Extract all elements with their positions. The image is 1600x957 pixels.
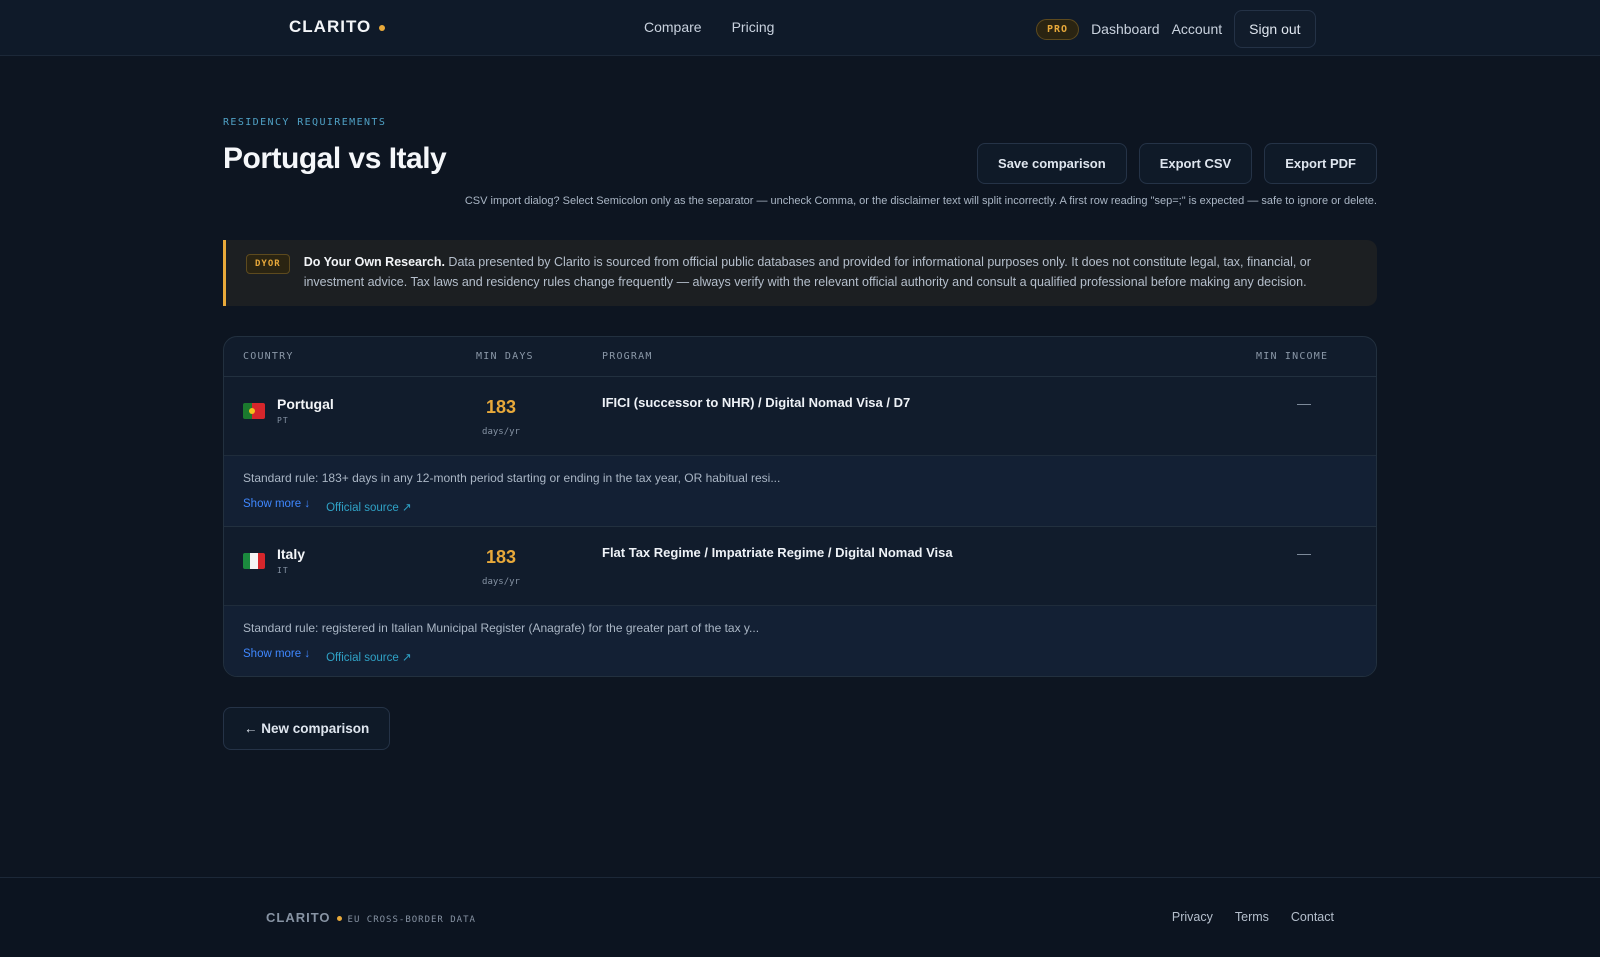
country-code: IT xyxy=(277,566,289,575)
save-comparison-button[interactable]: Save comparison xyxy=(977,143,1127,184)
program-text: IFICI (successor to NHR) / Digital Nomad… xyxy=(602,395,911,410)
footer-terms-link[interactable]: Terms xyxy=(1235,910,1269,924)
dyor-disclaimer: DYOR Do Your Own Research. Data presente… xyxy=(223,240,1377,306)
footer-contact-link[interactable]: Contact xyxy=(1291,910,1334,924)
min-income-value: — xyxy=(1297,395,1311,411)
col-min-income: MIN INCOME xyxy=(1256,351,1329,362)
nav-compare[interactable]: Compare xyxy=(644,19,702,35)
nav-account[interactable]: Account xyxy=(1172,21,1223,37)
top-navbar: CLARITO Compare Pricing PRO Dashboard Ac… xyxy=(0,0,1600,56)
table-row: Portugal PT 183 days/yr IFICI (successor… xyxy=(224,377,1376,456)
min-income-value: — xyxy=(1297,545,1311,561)
dyor-badge: DYOR xyxy=(246,254,290,274)
page-title: Portugal vs Italy xyxy=(223,142,447,175)
nav-dashboard[interactable]: Dashboard xyxy=(1091,21,1160,37)
program-text: Flat Tax Regime / Impatriate Regime / Di… xyxy=(602,545,953,560)
country-name: Portugal xyxy=(277,396,334,412)
table-row: Italy IT 183 days/yr Flat Tax Regime / I… xyxy=(224,527,1376,606)
min-days-unit: days/yr xyxy=(482,427,520,437)
signout-button[interactable]: Sign out xyxy=(1234,10,1316,48)
comparison-table: COUNTRY MIN DAYS PROGRAM MIN INCOME Port… xyxy=(223,336,1377,677)
col-min-days: MIN DAYS xyxy=(476,351,534,362)
country-code: PT xyxy=(277,416,289,425)
footer-dot-icon xyxy=(336,916,342,922)
row-links: Show more ↓ Official source ↗ xyxy=(243,648,412,664)
csv-import-note: CSV import dialog? Select Semicolon only… xyxy=(464,195,1377,207)
footer-links: Privacy Terms Contact xyxy=(1172,910,1334,924)
official-source-link[interactable]: Official source ↗ xyxy=(326,500,411,514)
show-more-link[interactable]: Show more ↓ xyxy=(243,648,310,664)
user-nav: PRO Dashboard Account Sign out xyxy=(1036,10,1316,48)
footer-brand: CLARITO EU CROSS-BORDER DATA xyxy=(266,910,476,925)
footer: CLARITO EU CROSS-BORDER DATA Privacy Term… xyxy=(0,877,1600,957)
min-days-value: 183 xyxy=(485,397,517,417)
disclaimer-body: Data presented by Clarito is sourced fro… xyxy=(303,255,1311,289)
min-days-value: 183 xyxy=(485,547,517,567)
country-name: Italy xyxy=(277,546,306,562)
logo[interactable]: CLARITO xyxy=(289,17,386,37)
main-nav: Compare Pricing xyxy=(644,19,774,35)
export-csv-button[interactable]: Export CSV xyxy=(1138,143,1253,184)
nav-pricing[interactable]: Pricing xyxy=(732,19,775,35)
official-source-link[interactable]: Official source ↗ xyxy=(326,650,411,664)
footer-privacy-link[interactable]: Privacy xyxy=(1172,910,1213,924)
table-header: COUNTRY MIN DAYS PROGRAM MIN INCOME xyxy=(224,337,1376,377)
show-more-link[interactable]: Show more ↓ xyxy=(243,498,310,514)
row-links: Show more ↓ Official source ↗ xyxy=(243,498,412,514)
italy-flag-icon xyxy=(243,553,265,569)
row-detail: Standard rule: registered in Italian Mun… xyxy=(224,606,1376,676)
new-comparison-button[interactable]: ← New comparison xyxy=(223,707,391,750)
logo-dot-icon xyxy=(379,24,386,31)
col-program: PROGRAM xyxy=(602,351,653,362)
residency-rule: Standard rule: 183+ days in any 12-month… xyxy=(243,471,781,485)
page-eyebrow: RESIDENCY REQUIREMENTS xyxy=(223,117,387,128)
pro-badge: PRO xyxy=(1036,18,1080,40)
action-buttons: Save comparison Export CSV Export PDF xyxy=(977,143,1377,184)
portugal-flag-icon xyxy=(243,403,265,419)
disclaimer-heading: Do Your Own Research. xyxy=(303,255,445,269)
min-days-unit: days/yr xyxy=(482,577,520,587)
export-pdf-button[interactable]: Export PDF xyxy=(1264,143,1377,184)
row-detail: Standard rule: 183+ days in any 12-month… xyxy=(224,456,1376,527)
disclaimer-text: Do Your Own Research. Data presented by … xyxy=(304,252,1359,296)
residency-rule: Standard rule: registered in Italian Mun… xyxy=(243,621,760,635)
footer-logo[interactable]: CLARITO xyxy=(266,910,331,925)
col-country: COUNTRY xyxy=(243,351,294,362)
footer-tagline: EU CROSS-BORDER DATA xyxy=(347,915,476,925)
logo-text: CLARITO xyxy=(289,17,372,36)
